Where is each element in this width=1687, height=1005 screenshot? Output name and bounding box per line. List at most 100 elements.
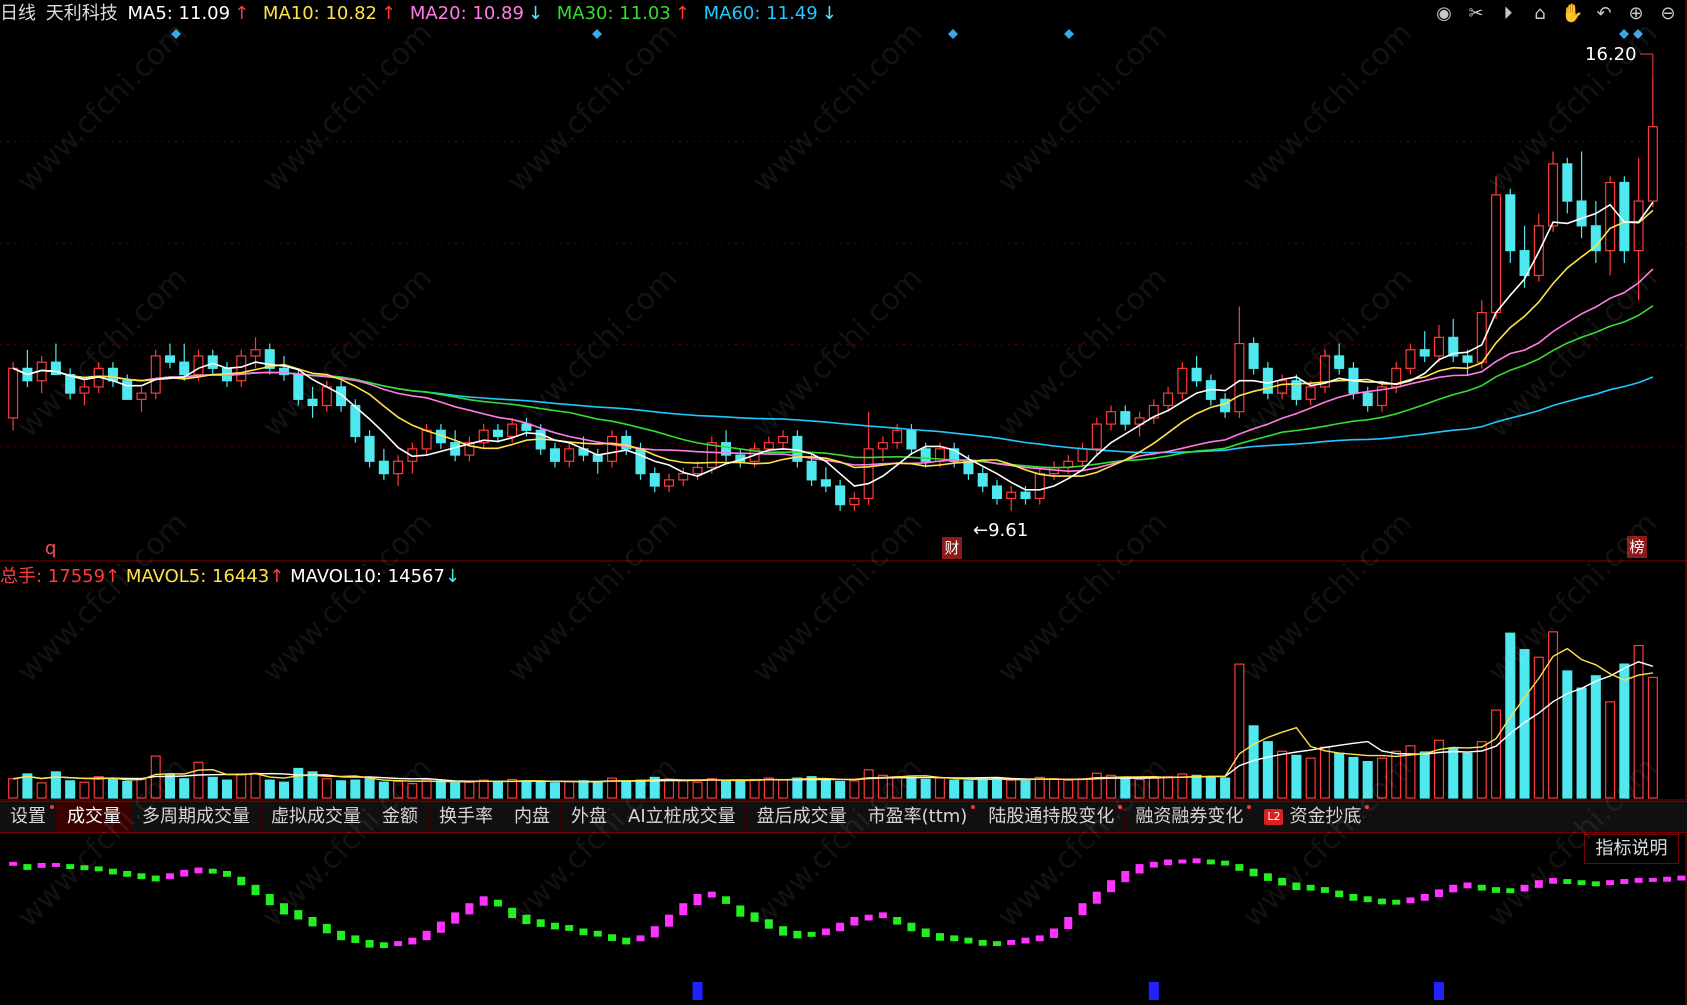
candle-up <box>193 355 204 376</box>
eye-icon[interactable]: ◉ <box>1433 3 1455 25</box>
osc-rising-segment <box>1178 859 1187 864</box>
period-label[interactable]: 日线 <box>0 3 36 24</box>
volume-bar-up <box>1305 757 1316 799</box>
volume-bar-up <box>507 778 518 799</box>
candle-down <box>378 460 389 475</box>
osc-falling-segment <box>779 926 788 936</box>
candle-up <box>393 460 404 475</box>
osc-rising-segment <box>194 867 203 874</box>
osc-falling-segment <box>351 935 360 943</box>
candle-down <box>920 448 931 462</box>
candle-down <box>1120 411 1131 425</box>
volume-bar-down <box>977 778 988 799</box>
hand-icon[interactable]: ✋ <box>1561 3 1583 25</box>
candle-down <box>164 355 175 363</box>
osc-rising-segment <box>1035 935 1044 942</box>
osc-falling-segment <box>237 876 246 886</box>
tab-5[interactable]: 换手率 <box>429 802 504 832</box>
lock-icon[interactable]: ⌂ <box>1529 3 1551 25</box>
osc-falling-segment <box>935 933 944 941</box>
volume-bar-down <box>592 781 603 799</box>
volume-bar-up <box>93 776 104 799</box>
osc-rising-segment <box>422 930 431 941</box>
ma30-value: MA30: 11.03 ↑ <box>556 3 690 24</box>
candle-up <box>1006 491 1017 500</box>
osc-falling-segment <box>137 873 146 880</box>
volume-bar-up <box>236 774 247 799</box>
osc-rising-segment <box>180 869 189 877</box>
volume-bar-down <box>221 779 233 799</box>
osc-falling-segment <box>108 868 117 875</box>
candle-down <box>1462 355 1473 363</box>
volume-bar-up <box>749 778 760 799</box>
volume-bar-down <box>435 780 446 799</box>
volume-bar-down <box>1419 751 1430 799</box>
candle-down <box>906 429 917 450</box>
undo-icon[interactable]: ↶ <box>1593 3 1615 25</box>
candle-down <box>122 380 133 400</box>
osc-falling-segment <box>893 917 902 925</box>
candle-up <box>1091 423 1102 450</box>
volume-bar-down <box>1462 752 1473 799</box>
event-diamond-icon <box>592 29 602 39</box>
candle-up <box>8 367 19 419</box>
osc-rising-segment <box>1092 891 1101 904</box>
candle-down <box>592 454 603 462</box>
osc-rising-segment <box>9 861 18 866</box>
financial-report-badge[interactable]: 财 <box>942 537 962 559</box>
volume-bar-down <box>492 780 503 799</box>
scissors-icon[interactable]: ✂ <box>1465 3 1487 25</box>
volume-bar-down <box>1220 777 1231 799</box>
volume-bar-down <box>1448 747 1459 799</box>
osc-falling-segment <box>992 941 1001 947</box>
candle-up <box>1605 181 1616 252</box>
osc-falling-segment <box>1221 860 1230 866</box>
zoom-out-icon[interactable]: ⊖ <box>1657 3 1679 25</box>
volume-bar-up <box>464 781 475 799</box>
play-icon[interactable]: ⏵ <box>1497 3 1519 25</box>
tab-0[interactable]: 设置 <box>0 802 57 832</box>
volume-bar-down <box>1590 675 1601 799</box>
candle-up <box>1405 349 1416 369</box>
volume-bar-down <box>1205 776 1216 799</box>
stock-chart-window: 日线 天利科技 MA5: 11.09 ↑ MA10: 10.82 ↑ MA20: 1… <box>0 0 1687 1005</box>
tab-label: 换手率 <box>439 806 493 827</box>
osc-falling-segment <box>308 917 317 927</box>
volume-bar-up <box>1277 750 1288 799</box>
osc-rising-segment <box>1050 928 1059 938</box>
osc-rising-segment <box>707 891 716 898</box>
tab-label: 设置 <box>10 806 46 827</box>
osc-rising-segment <box>408 937 417 945</box>
stock-name: 天利科技 <box>45 3 118 24</box>
osc-falling-segment <box>493 899 502 907</box>
osc-rising-segment <box>1620 879 1629 884</box>
osc-rising-segment <box>1420 894 1429 901</box>
volume-bar-up <box>706 778 717 799</box>
candle-up <box>1077 448 1088 462</box>
osc-falling-segment <box>907 922 916 932</box>
candle-up <box>778 435 789 444</box>
volume-bar-down <box>293 767 304 799</box>
osc-rising-segment <box>1107 880 1116 893</box>
volume-bar-up <box>564 780 575 799</box>
event-diamond-icon <box>1064 29 1074 39</box>
candle-down <box>207 355 218 369</box>
volume-bar-up <box>778 779 789 799</box>
candle-down <box>991 485 1002 500</box>
osc-rising-segment <box>479 896 488 906</box>
candle-down <box>977 473 988 487</box>
volume-bar-down <box>721 779 732 799</box>
osc-falling-segment <box>593 930 602 937</box>
tab-12[interactable]: 融资融券变化 <box>1125 802 1255 832</box>
candle-down <box>1419 349 1430 357</box>
osc-rising-segment <box>465 903 474 915</box>
osc-falling-segment <box>1206 859 1215 865</box>
volume-bar-down <box>50 771 61 799</box>
osc-rising-segment <box>1634 877 1643 883</box>
osc-rising-segment <box>1135 864 1144 874</box>
tab-6[interactable]: 内盘 <box>504 802 561 832</box>
osc-falling-segment <box>322 923 331 934</box>
volume-bar-up <box>1319 746 1330 799</box>
candle-up <box>863 448 874 500</box>
candle-down <box>806 460 817 481</box>
